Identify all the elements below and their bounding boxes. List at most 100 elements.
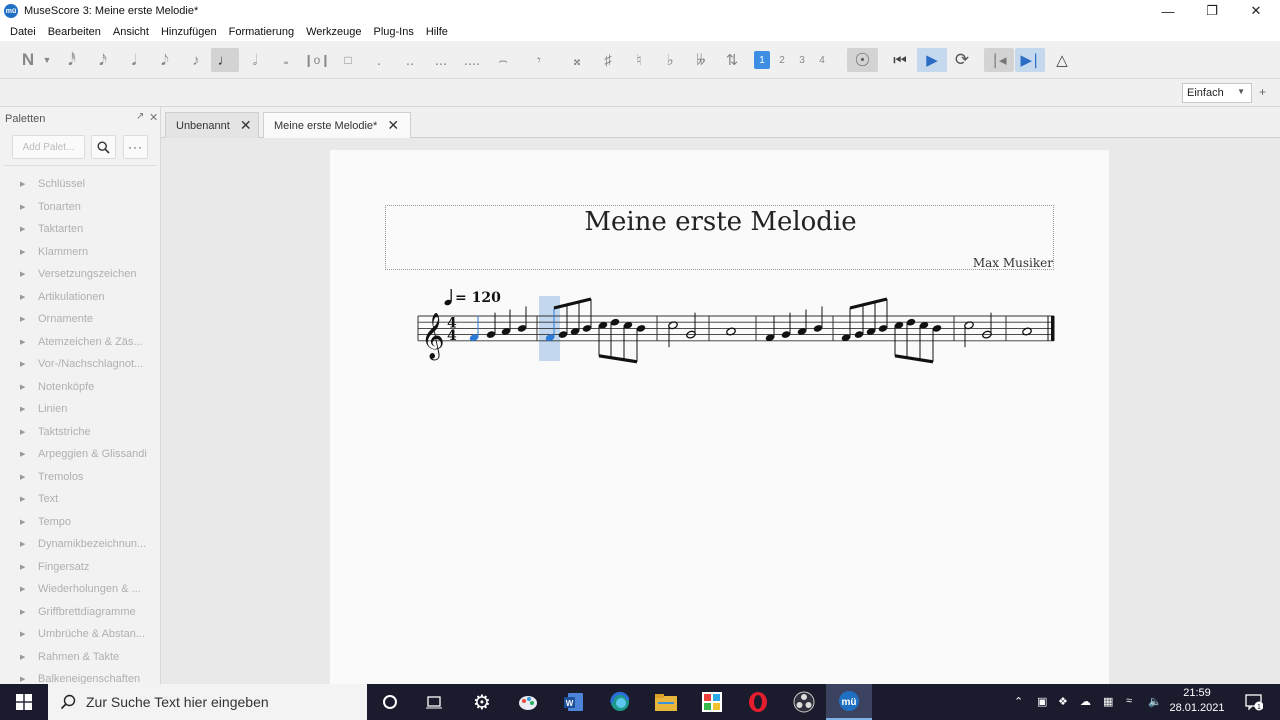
- expand-arrow-icon[interactable]: ▶: [18, 473, 38, 481]
- menu-formatierung[interactable]: Formatierung: [223, 26, 300, 38]
- obs-studio-icon[interactable]: [781, 684, 827, 720]
- play-button-icon[interactable]: ▶: [917, 48, 947, 72]
- natural-icon[interactable]: ♮: [627, 48, 651, 72]
- palette-item[interactable]: ▶ Text: [18, 489, 158, 509]
- quadruple-dot-icon[interactable]: ....: [460, 48, 484, 72]
- close-window-button[interactable]: ✕: [1233, 0, 1279, 22]
- palette-item[interactable]: ▶ Taktarten: [18, 219, 158, 239]
- tab-meine-erste-melodie[interactable]: Meine erste Melodie* ✕: [263, 112, 411, 139]
- midi-input-icon[interactable]: ☉: [847, 48, 878, 72]
- palette-item[interactable]: ▶ Rahmen & Takte: [18, 647, 158, 667]
- chevron-up-icon[interactable]: ⌃: [1014, 695, 1023, 708]
- notification-center-icon[interactable]: 1: [1234, 684, 1274, 720]
- loop-in-icon[interactable]: ∣◂: [984, 48, 1014, 72]
- settings-gear-icon[interactable]: ⚙: [459, 684, 505, 720]
- cloud-icon[interactable]: ☁: [1080, 695, 1091, 708]
- palette-item[interactable]: ▶ Balkeneigenschaften: [18, 669, 158, 684]
- expand-arrow-icon[interactable]: ▶: [18, 383, 38, 391]
- close-tab-icon[interactable]: ✕: [240, 117, 252, 134]
- tab-unbenannt[interactable]: Unbenannt ✕: [165, 112, 259, 139]
- wifi-icon[interactable]: ≈: [1126, 695, 1132, 707]
- expand-arrow-icon[interactable]: ▶: [18, 495, 38, 503]
- expand-arrow-icon[interactable]: ▶: [18, 585, 38, 593]
- close-icon[interactable]: ✕: [149, 111, 158, 124]
- palette-item[interactable]: ▶ Notenköpfe: [18, 377, 158, 397]
- tie-icon[interactable]: ⌢: [490, 48, 516, 72]
- voice-4-button[interactable]: 4: [814, 48, 830, 72]
- double-flat-icon[interactable]: 𝄫: [689, 48, 713, 72]
- menu-plugins[interactable]: Plug-Ins: [368, 26, 420, 38]
- clock[interactable]: 21:59 28.01.2021: [1168, 686, 1226, 716]
- restore-button[interactable]: ❐: [1189, 0, 1235, 22]
- sharp-icon[interactable]: ♯: [596, 48, 620, 72]
- palette-item[interactable]: ▶ Umbrüche & Abstan...: [18, 624, 158, 644]
- note-half-icon[interactable]: 𝅗𝅥: [243, 48, 267, 72]
- rest-icon[interactable]: 𝄾: [527, 48, 551, 72]
- palette-item[interactable]: ▶ Versetzungszeichen: [18, 264, 158, 284]
- expand-arrow-icon[interactable]: ▶: [18, 293, 38, 301]
- note-64th-icon[interactable]: 𝅘𝅥𝅰: [60, 48, 84, 72]
- palette-item[interactable]: ▶ Tempo: [18, 512, 158, 532]
- beam[interactable]: [849, 297, 888, 310]
- expand-arrow-icon[interactable]: ▶: [18, 675, 38, 683]
- menu-hinzufuegen[interactable]: Hinzufügen: [155, 26, 223, 38]
- word-icon[interactable]: W: [551, 684, 597, 720]
- expand-arrow-icon[interactable]: ▶: [18, 518, 38, 526]
- task-view-icon[interactable]: [411, 684, 457, 720]
- score-page[interactable]: Meine erste Melodie Max Musiker = 120 𝄞 4…: [330, 150, 1109, 684]
- palette-item[interactable]: ▶ Klammern: [18, 242, 158, 262]
- menu-ansicht[interactable]: Ansicht: [107, 26, 155, 38]
- expand-arrow-icon[interactable]: ▶: [18, 248, 38, 256]
- beam[interactable]: [894, 354, 934, 364]
- expand-arrow-icon[interactable]: ▶: [18, 653, 38, 661]
- expand-arrow-icon[interactable]: ▶: [18, 563, 38, 571]
- expand-arrow-icon[interactable]: ▶: [18, 270, 38, 278]
- note-eighth-alt-icon[interactable]: ♪: [184, 48, 208, 72]
- expand-arrow-icon[interactable]: ▶: [18, 540, 38, 548]
- expand-arrow-icon[interactable]: ▶: [18, 338, 38, 346]
- expand-arrow-icon[interactable]: ▶: [18, 360, 38, 368]
- metronome-icon[interactable]: △: [1050, 48, 1074, 72]
- treble-clef[interactable]: 𝄞: [421, 313, 445, 361]
- expand-arrow-icon[interactable]: ▶: [18, 405, 38, 413]
- flip-direction-icon[interactable]: ⇅: [720, 48, 744, 72]
- palette-item[interactable]: ▶ Linien: [18, 399, 158, 419]
- palette-item[interactable]: ▶ Artikulationen: [18, 287, 158, 307]
- note-16th-icon[interactable]: 𝅘𝅥: [122, 48, 146, 72]
- windows-start-icon[interactable]: [0, 684, 48, 720]
- photo-app-icon[interactable]: [689, 684, 735, 720]
- palette-item[interactable]: ▶ Dynamikbezeichnun...: [18, 534, 158, 554]
- loop-out-icon[interactable]: ▶∣: [1015, 48, 1045, 72]
- note-quarter-icon[interactable]: ♩: [211, 48, 239, 72]
- palette-item[interactable]: ▶ Vor-/Nachschlagnot...: [18, 354, 158, 374]
- taskbar-search-input[interactable]: Zur Suche Text hier eingeben: [48, 684, 367, 720]
- note-32nd-icon[interactable]: 𝅘𝅥𝅯: [91, 48, 115, 72]
- expand-arrow-icon[interactable]: ▶: [18, 203, 38, 211]
- flat-icon[interactable]: ♭: [658, 48, 682, 72]
- beam[interactable]: [598, 354, 638, 364]
- expand-arrow-icon[interactable]: ▶: [18, 315, 38, 323]
- rewind-icon[interactable]: ⏮: [888, 48, 912, 72]
- search-icon[interactable]: [91, 135, 116, 159]
- volume-icon[interactable]: 🔈: [1148, 695, 1162, 708]
- palette-item[interactable]: ▶ Tonarten: [18, 197, 158, 217]
- expand-arrow-icon[interactable]: ▶: [18, 428, 38, 436]
- add-palette-button[interactable]: Add Palet...: [12, 135, 85, 159]
- expand-arrow-icon[interactable]: ▶: [18, 630, 38, 638]
- note-breve-icon[interactable]: ❙o❙: [304, 48, 331, 72]
- double-dot-icon[interactable]: ..: [398, 48, 422, 72]
- menu-werkzeuge[interactable]: Werkzeuge: [300, 26, 367, 38]
- device-icon[interactable]: ▣: [1037, 695, 1047, 708]
- augmentation-dot-icon[interactable]: .: [367, 48, 391, 72]
- expand-arrow-icon[interactable]: ▶: [18, 225, 38, 233]
- edge-browser-icon[interactable]: [597, 684, 643, 720]
- palette-item[interactable]: ▶ Fingersatz: [18, 557, 158, 577]
- time-signature-bottom[interactable]: 4: [447, 328, 457, 344]
- input-mode-dropdown-icon[interactable]: ▼: [40, 48, 54, 72]
- expand-arrow-icon[interactable]: ▶: [18, 608, 38, 616]
- palette-item[interactable]: ▶ Griffbrettdiagramme: [18, 602, 158, 622]
- opera-browser-icon[interactable]: [735, 684, 781, 720]
- expand-arrow-icon[interactable]: ▶: [18, 450, 38, 458]
- note-input-mode-icon[interactable]: N: [16, 48, 40, 72]
- workspace-select[interactable]: Einfach ▼: [1182, 83, 1252, 103]
